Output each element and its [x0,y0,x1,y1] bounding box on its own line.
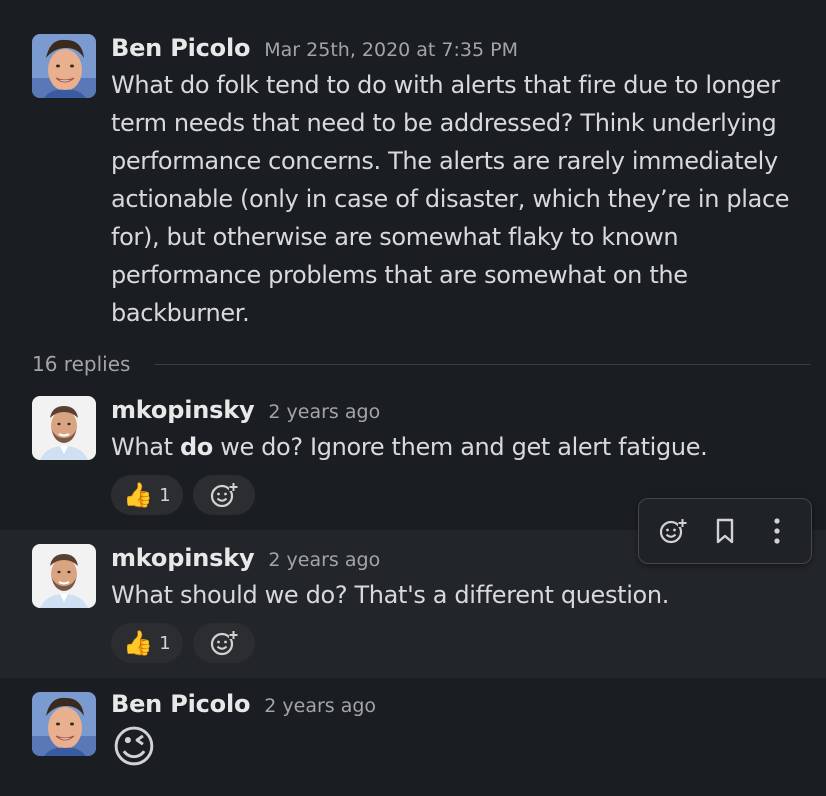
reaction-thumbs-up[interactable]: 👍 1 [111,623,183,663]
text-bold: do [179,433,213,461]
replies-count: 16 replies [32,352,131,376]
avatar-mkopinsky[interactable] [32,396,96,460]
author-name[interactable]: Ben Picolo [111,34,250,62]
message-timestamp[interactable]: Mar 25th, 2020 at 7:35 PM [264,39,518,61]
message-text: What do folk tend to do with alerts that… [111,66,802,332]
message-line: term needs that need to be addressed? Th… [111,109,777,137]
message-line: What do folk tend to do with alerts that… [111,71,780,99]
reactions-bar: 👍 1 [111,623,802,663]
author-name[interactable]: mkopinsky [111,544,255,572]
text-segment: we do? Ignore them and get alert fatigue… [212,433,708,461]
avatar-ben-picolo[interactable] [32,34,96,98]
more-actions-button[interactable] [755,509,799,553]
reply-message[interactable]: Ben Picolo 2 years ago 😉 [0,678,826,796]
reaction-count: 1 [159,632,171,654]
author-name[interactable]: Ben Picolo [111,690,250,718]
more-actions-icon [774,518,780,544]
thumbs-up-icon: 👍 [123,629,154,657]
message-timestamp[interactable]: 2 years ago [268,401,380,423]
divider-line [154,363,810,365]
message-line: performance problems that are somewhat o… [111,261,688,289]
message-text: What do we do? Ignore them and get alert… [111,428,802,466]
replies-divider: 16 replies [32,350,810,378]
wink-emoji: 😉 [111,722,157,773]
message-timestamp[interactable]: 2 years ago [264,695,376,717]
text-segment: What [111,433,180,461]
bookmark-icon [716,518,734,544]
message-line: actionable (only in case of disaster, wh… [111,185,790,213]
message-line: backburner. [111,299,250,327]
thumbs-up-icon: 👍 [123,481,154,509]
thread-view: Ben Picolo Mar 25th, 2020 at 7:35 PM Wha… [0,0,826,796]
message-timestamp[interactable]: 2 years ago [268,549,380,571]
add-reaction-icon [210,482,238,508]
save-for-later-button[interactable] [703,509,747,553]
add-reaction-action-button[interactable] [651,509,695,553]
add-reaction-icon [210,630,238,656]
add-reaction-button[interactable] [193,475,255,515]
reaction-thumbs-up[interactable]: 👍 1 [111,475,183,515]
message-line: performance concerns. The alerts are rar… [111,147,778,175]
parent-message[interactable]: Ben Picolo Mar 25th, 2020 at 7:35 PM Wha… [0,0,826,345]
message-text: What should we do? That's a different qu… [111,581,669,609]
message-actions-toolbar [638,498,812,564]
avatar-mkopinsky[interactable] [32,544,96,608]
author-name[interactable]: mkopinsky [111,396,255,424]
reaction-count: 1 [159,484,171,506]
add-reaction-button[interactable] [193,623,255,663]
avatar-ben-picolo[interactable] [32,692,96,756]
add-reaction-icon [659,518,687,544]
message-line: for), but otherwise are somewhat flaky t… [111,223,679,251]
